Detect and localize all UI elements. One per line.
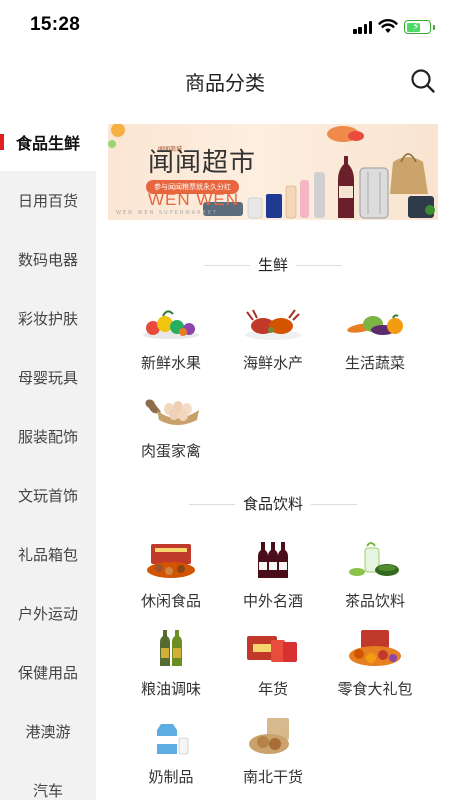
status-time: 15:28 xyxy=(30,14,81,35)
category-grain-oil[interactable]: 粮油调味 xyxy=(116,628,226,712)
sidebar-item-jewelry[interactable]: 文玩首饰 xyxy=(0,466,96,525)
sidebar-item-hk-macau-travel[interactable]: 港澳游 xyxy=(0,702,96,761)
vegetable-icon xyxy=(347,314,403,335)
sidebar-item-daily-goods[interactable]: 日用百货 xyxy=(0,171,96,230)
category-wine[interactable]: 中外名酒 xyxy=(218,540,328,624)
snack-pack-icon xyxy=(349,630,401,666)
sidebar-item-apparel[interactable]: 服装配饰 xyxy=(0,407,96,466)
eggs-icon xyxy=(145,399,199,425)
category-label: 生活蔬菜 xyxy=(344,354,405,372)
status-bar: 15:28 ⚡ xyxy=(0,0,450,54)
sidebar-item-label: 港澳游 xyxy=(25,723,71,741)
sidebar-item-label: 食品生鲜 xyxy=(15,133,80,153)
sidebar-item-label: 彩妆护肤 xyxy=(17,310,78,328)
banner-english-title: WEN WEN xyxy=(148,190,240,209)
wine-icon xyxy=(258,542,288,578)
category-fresh-fruit[interactable]: 新鲜水果 xyxy=(116,302,226,386)
tea-icon xyxy=(349,542,399,576)
dried-goods-icon xyxy=(249,718,289,754)
category-vegetables[interactable]: 生活蔬菜 xyxy=(320,302,430,386)
battery-icon: ⚡ xyxy=(404,20,435,34)
section-title-fresh: 生鲜 xyxy=(96,254,450,275)
category-new-year-goods[interactable]: 年货 xyxy=(218,628,328,712)
sidebar-item-label: 汽车 xyxy=(32,782,63,800)
category-label: 中外名酒 xyxy=(242,592,303,610)
snacks-icon xyxy=(147,544,195,578)
category-label: 新鲜水果 xyxy=(140,354,201,372)
milk-icon xyxy=(157,724,189,755)
category-label: 休闲食品 xyxy=(140,592,201,610)
sidebar-item-gifts-bags[interactable]: 礼品箱包 xyxy=(0,525,96,584)
category-label: 零食大礼包 xyxy=(337,680,413,698)
sidebar-item-label: 数码电器 xyxy=(17,251,78,269)
sidebar-item-label: 服装配饰 xyxy=(17,428,78,446)
sidebar-item-label: 户外运动 xyxy=(17,605,78,623)
banner-tagline: WEN WEN SUPERMARKET xyxy=(116,210,219,216)
wifi-icon xyxy=(378,19,398,33)
category-seafood[interactable]: 海鲜水产 xyxy=(218,302,328,386)
sidebar-item-digital[interactable]: 数码电器 xyxy=(0,230,96,289)
banner-title: 闻闻超市 xyxy=(148,148,257,178)
sidebar-item-cosmetics[interactable]: 彩妆护肤 xyxy=(0,289,96,348)
divider xyxy=(311,504,357,505)
category-label: 奶制品 xyxy=(148,768,194,786)
seafood-icon xyxy=(245,309,301,340)
sidebar-item-auto[interactable]: 汽车 xyxy=(0,761,96,800)
sidebar-item-label: 母婴玩具 xyxy=(17,369,78,387)
category-label: 年货 xyxy=(257,680,288,698)
category-snacks[interactable]: 休闲食品 xyxy=(116,540,226,624)
category-meat-eggs[interactable]: 肉蛋家禽 xyxy=(116,390,226,474)
sidebar-item-label: 文玩首饰 xyxy=(17,487,78,505)
category-dairy[interactable]: 奶制品 xyxy=(116,716,226,800)
category-snack-pack[interactable]: 零食大礼包 xyxy=(320,628,430,712)
category-label: 南北干货 xyxy=(242,768,303,786)
divider xyxy=(203,265,250,266)
category-label: 海鲜水产 xyxy=(242,354,303,372)
nav-bar: 商品分类 xyxy=(0,54,450,110)
sidebar-item-health[interactable]: 保健用品 xyxy=(0,643,96,702)
sidebar-item-baby-toys[interactable]: 母婴玩具 xyxy=(0,348,96,407)
oil-icon xyxy=(160,630,182,666)
gift-box-icon xyxy=(247,636,297,662)
sidebar-item-food-fresh[interactable]: 食品生鲜 xyxy=(0,112,96,171)
divider xyxy=(188,504,235,505)
category-label: 粮油调味 xyxy=(140,680,201,698)
section-title-food-drinks: 食品饮料 xyxy=(96,493,450,514)
sidebar-item-outdoor[interactable]: 户外运动 xyxy=(0,584,96,643)
section-title-text: 食品饮料 xyxy=(242,495,303,513)
category-sidebar: 食品生鲜 日用百货 数码电器 彩妆护肤 母婴玩具 服装配饰 文玩首饰 礼品箱包 … xyxy=(0,112,96,800)
category-content: 闻闻商城 闻闻超市 参与闻闻粮票就永久分红 WEN WEN WEN WEN SU… xyxy=(96,112,450,800)
page-title: 商品分类 xyxy=(185,71,265,95)
category-label: 肉蛋家禽 xyxy=(140,442,201,460)
fruit-icon xyxy=(143,310,199,339)
sidebar-item-label: 礼品箱包 xyxy=(17,546,78,564)
promo-banner[interactable]: 闻闻商城 闻闻超市 参与闻闻粮票就永久分红 WEN WEN WEN WEN SU… xyxy=(108,124,438,220)
category-dried-goods[interactable]: 南北干货 xyxy=(218,716,328,800)
sidebar-item-label: 保健用品 xyxy=(17,664,78,682)
category-label: 茶品饮料 xyxy=(344,592,405,610)
cellular-signal-icon xyxy=(353,20,373,34)
search-icon[interactable] xyxy=(408,66,438,96)
section-title-text: 生鲜 xyxy=(257,256,288,274)
divider xyxy=(296,265,342,266)
category-tea-drinks[interactable]: 茶品饮料 xyxy=(320,540,430,624)
sidebar-item-label: 日用百货 xyxy=(17,192,78,210)
